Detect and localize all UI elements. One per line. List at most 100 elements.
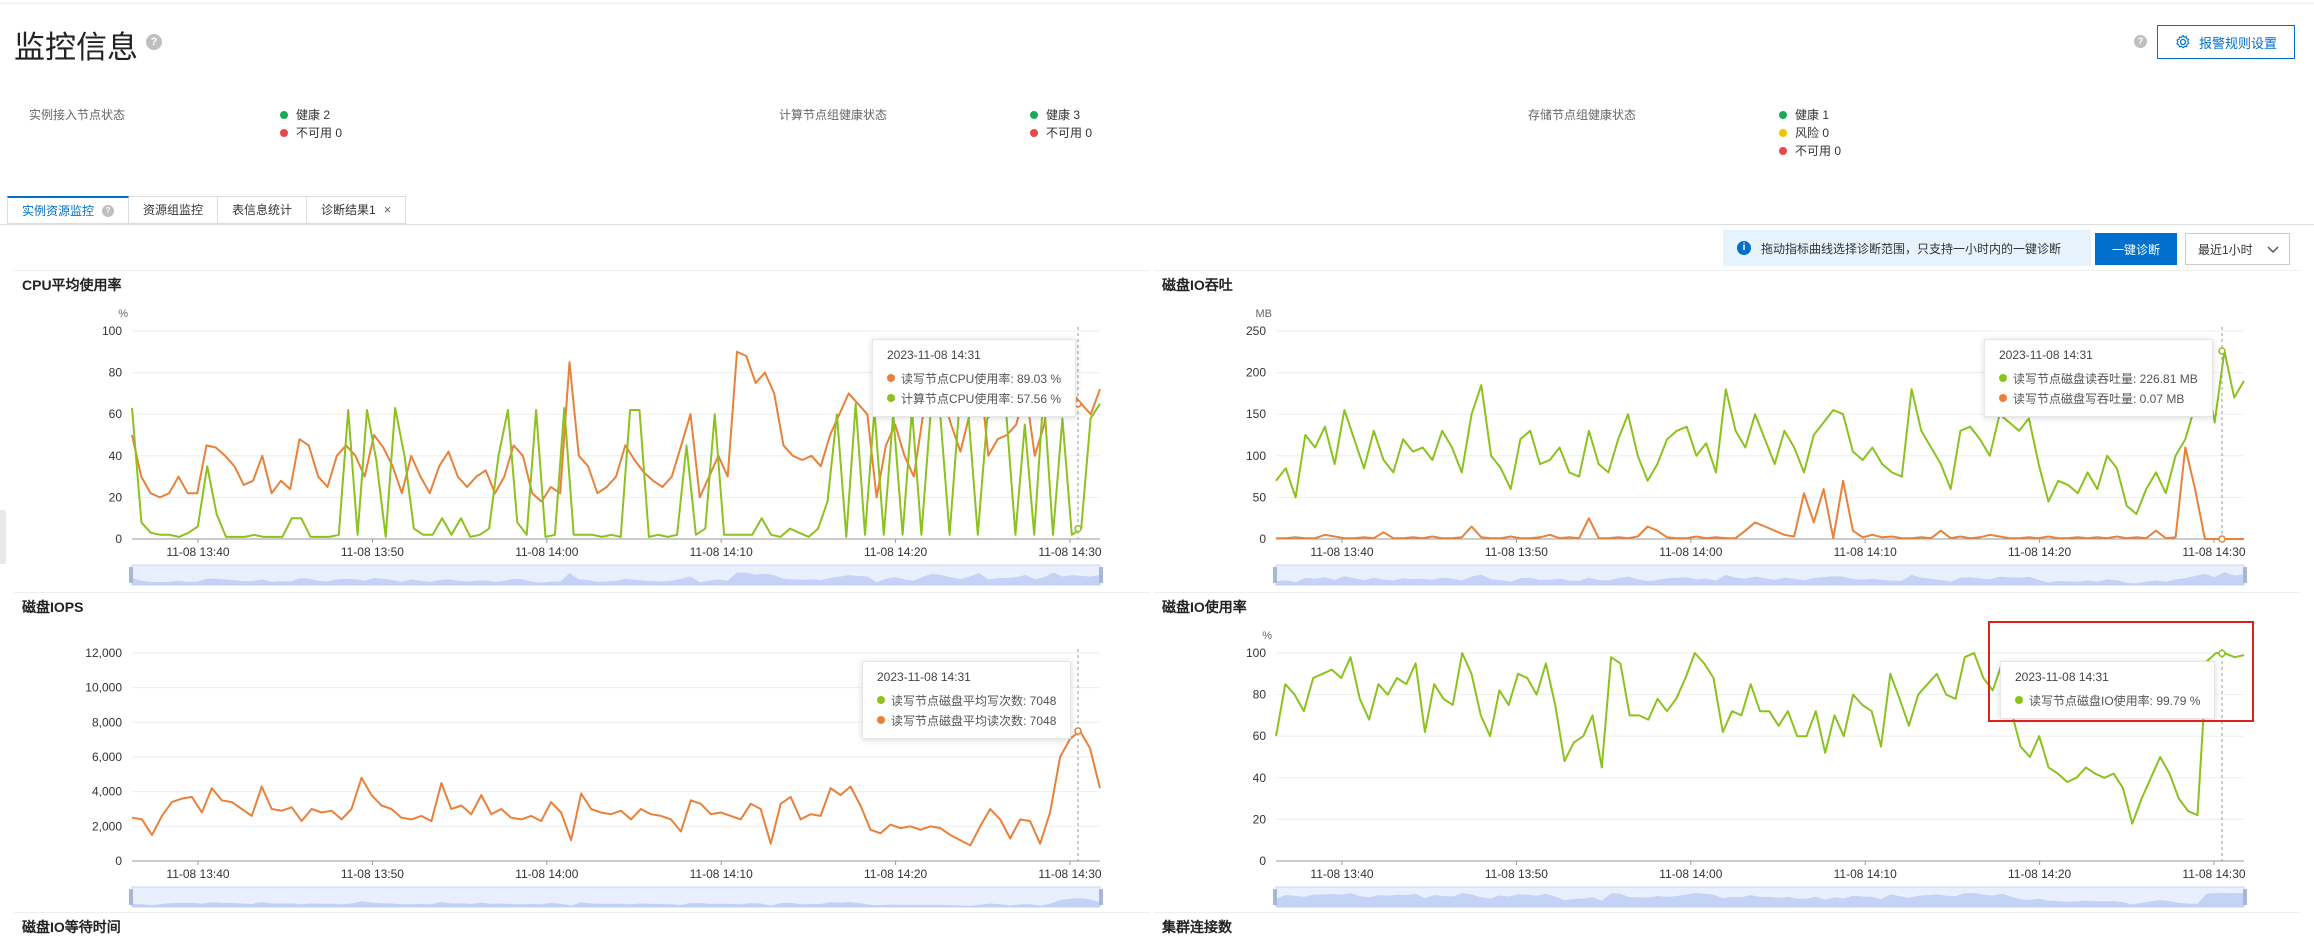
tab-label: 诊断结果1 [321,203,376,217]
chart-svg[interactable]: 0 2,000 4,000 6,000 8,000 10,000 12,000 11-08 1… [14,593,1150,911]
zoom-handle-right[interactable] [1099,567,1103,583]
series-line[interactable] [1276,446,2244,540]
tooltip-value: 读写节点CPU使用率: 89.03 % [901,371,1062,386]
x-tick-label: 11-08 13:50 [341,867,404,881]
info-text: 拖动指标曲线选择诊断范围，只支持一小时内的一键诊断 [1761,241,2062,256]
y-tick-label: 0 [115,532,122,546]
status-item: 健康 1 [1779,106,1841,124]
tooltip-value: 读写节点磁盘写吞吐量: 0.07 MB [2013,391,2185,406]
status-group-label-access-node: 实例接入节点状态 [29,108,126,122]
status-item: 健康 2 [280,106,342,124]
cursor-point [1074,524,1082,533]
y-tick-label: 40 [1253,771,1267,785]
zoom-handle-right[interactable] [2243,567,2247,583]
x-tick-label: 11-08 14:00 [515,545,578,559]
one-click-diagnose-button[interactable]: 一键诊断 [2095,233,2177,265]
tooltip-row: 计算节点CPU使用率: 57.56 % [887,388,1061,408]
chart-svg[interactable]: % 0 20 40 60 80 100 11-08 13:40 11-08 13:50 11-08… [14,271,1150,589]
tab-table-info-stats[interactable]: 表信息统计 [218,196,308,224]
y-tick-label: 80 [1253,688,1267,702]
status-list-storage-node: 健康 1 风险 0 不可用 0 [1779,106,1841,160]
status-dot-icon [1779,147,1787,155]
legend-dot-icon [1999,374,2007,382]
x-tick-label: 11-08 13:40 [166,867,229,881]
x-tick-label: 11-08 14:00 [1659,545,1722,559]
y-tick-label: 60 [109,407,123,421]
help-icon[interactable]: ? [146,34,162,50]
zoom-handle-left[interactable] [129,567,133,583]
y-tick-label: 80 [109,366,123,380]
status-dot-icon [1779,111,1787,119]
side-collapse-handle[interactable] [0,510,6,564]
status-group-label-storage-node: 存储节点组健康状态 [1528,108,1637,122]
time-range-select[interactable]: 最近1小时 [2185,233,2290,265]
chart-panel-cluster-connections: 集群连接数 [1154,912,2300,935]
y-tick-label: 6,000 [92,750,122,764]
status-item: 不可用 0 [1030,124,1092,142]
x-tick-label: 11-08 14:10 [1834,867,1897,881]
top-divider [0,0,2314,4]
alarm-rule-settings-button[interactable]: 报警规则设置 [2157,25,2295,59]
cursor-point [2218,347,2226,355]
status-item: 不可用 0 [280,124,342,142]
status-dot-icon [1030,111,1038,119]
chart-title: 集群连接数 [1162,919,1232,935]
tab-help-icon[interactable]: ? [102,204,115,217]
zoom-handle-left[interactable] [129,889,133,905]
chart-tooltip: 2023-11-08 14:31 读写节点磁盘读吞吐量: 226.81 MB 读写节… [1984,339,2213,417]
info-icon: i [1737,241,1751,255]
y-tick-label: 12,000 [85,646,122,660]
x-tick-label: 11-08 14:20 [864,867,927,881]
status-dot-icon [280,111,288,119]
y-tick-label: 20 [109,490,123,504]
zoom-handle-right[interactable] [1099,889,1103,905]
tooltip-value: 读写节点磁盘读吞吐量: 226.81 MB [2013,371,2198,386]
diagnosis-info-bar: i 拖动指标曲线选择诊断范围，只支持一小时内的一键诊断 [1723,230,2091,266]
tooltip-time: 2023-11-08 14:31 [1999,348,2093,362]
x-tick-label: 11-08 13:40 [166,545,229,559]
tooltip-row: 读写节点磁盘写吞吐量: 0.07 MB [1999,388,2198,408]
status-item: 不可用 0 [1779,142,1841,160]
cursor-point [1074,727,1082,735]
x-tick-label: 11-08 13:40 [1310,867,1373,881]
status-dot-icon [280,129,288,137]
chart-svg[interactable]: MB 0 50 100 150 200 250 11-08 13:40 11-08 13:50 1… [1154,271,2300,589]
x-tick-label: 11-08 14:10 [1834,545,1897,559]
tooltip-row: 读写节点磁盘读吞吐量: 226.81 MB [1999,368,2198,388]
legend-dot-icon [887,374,895,382]
y-tick-label: 2,000 [92,819,122,833]
status-list-access-node: 健康 2 不可用 0 [280,106,342,142]
gear-icon [2176,34,2190,49]
chart-tooltip: 2023-11-08 14:31 读写节点磁盘平均写次数: 7048 读写节点磁盘平… [862,661,1072,739]
zoom-handle-left[interactable] [1273,889,1277,905]
chart-panel-disk-io-wait: 磁盘IO等待时间 [14,912,1150,935]
x-tick-label: 11-08 14:00 [515,867,578,881]
x-tick-label: 11-08 14:00 [1659,867,1722,881]
cursor-point [2218,535,2226,543]
alarm-help-icon[interactable]: ? [2134,35,2147,48]
x-tick-label: 11-08 14:10 [690,867,753,881]
y-tick-label: 150 [1246,407,1266,421]
x-tick-label: 11-08 13:50 [1485,867,1548,881]
series-line[interactable] [131,730,1101,847]
page-title: 监控信息 [14,30,138,65]
y-tick-label: 4,000 [92,785,122,799]
close-icon[interactable]: × [384,197,392,223]
tab-diagnosis-result-1[interactable]: 诊断结果1 × [307,196,407,224]
tab-label: 资源组监控 [143,203,204,217]
x-tick-label: 11-08 14:30 [2182,545,2245,559]
chart-title: 磁盘IOPS [22,599,84,615]
chevron-down-icon [2267,246,2279,254]
y-tick-label: 40 [109,449,123,463]
zoom-handle-right[interactable] [2243,889,2247,905]
legend-dot-icon [877,696,885,704]
tooltip-value: 计算节点CPU使用率: 57.56 % [901,391,1062,406]
chart-panel-disk-iops: 0 2,000 4,000 6,000 8,000 10,000 12,000 11-08 1… [14,592,1150,910]
x-tick-label: 11-08 14:30 [2182,867,2245,881]
tab-instance-resource-monitor[interactable]: 实例资源监控 ? [7,196,130,224]
tooltip-value: 读写节点磁盘平均写次数: 7048 [891,693,1057,708]
status-dot-icon [1779,129,1787,137]
tab-resource-group-monitor[interactable]: 资源组监控 [129,196,219,224]
legend-dot-icon [877,716,885,724]
zoom-handle-left[interactable] [1273,567,1277,583]
